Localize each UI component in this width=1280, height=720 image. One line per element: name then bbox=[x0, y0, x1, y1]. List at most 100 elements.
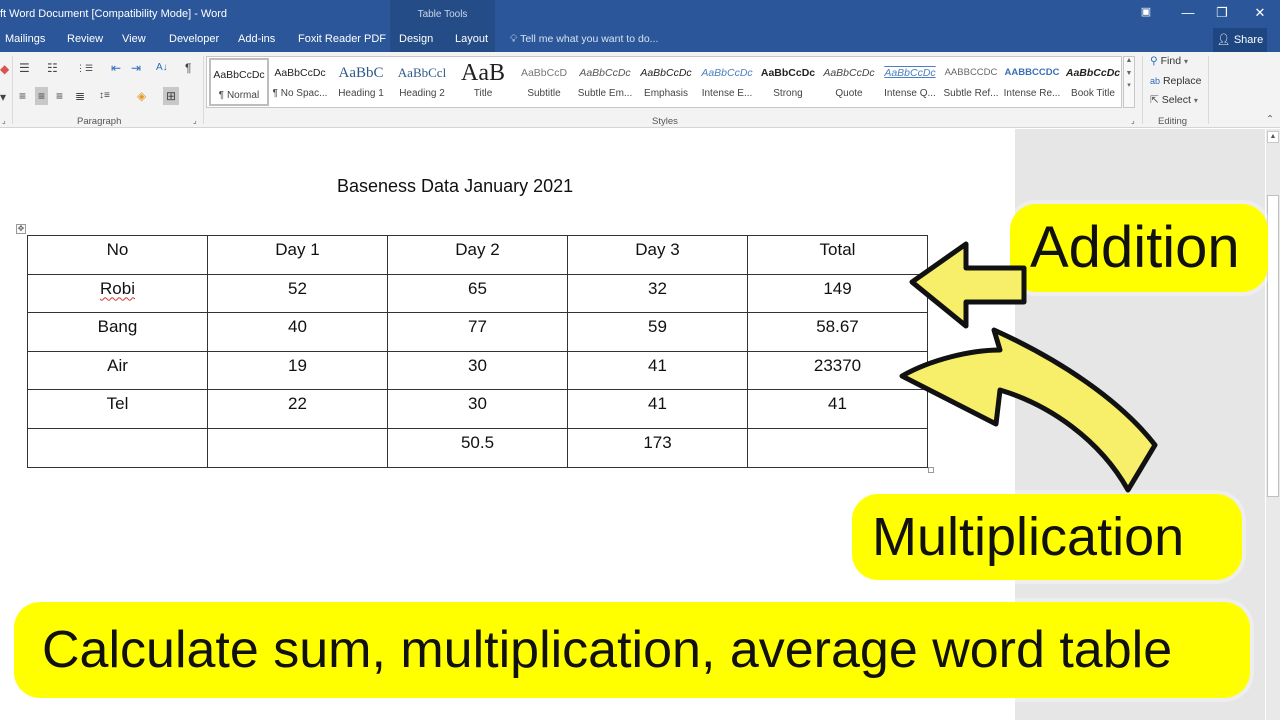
header-cell[interactable]: Total bbox=[747, 235, 928, 275]
tab-add-ins[interactable]: Add-ins bbox=[238, 33, 275, 45]
replace-button[interactable]: ab Replace bbox=[1150, 75, 1201, 87]
style-intense-quote[interactable]: AaBbCcDc Intense Q... bbox=[880, 58, 940, 106]
select-button[interactable]: ⇱ Select ▾ bbox=[1150, 94, 1198, 106]
scroll-up-arrow-icon[interactable]: ▲ bbox=[1267, 131, 1279, 143]
tab-mailings[interactable]: Mailings bbox=[5, 33, 45, 45]
tab-view[interactable]: View bbox=[122, 33, 146, 45]
multilevel-list-icon[interactable]: ⋮☰ bbox=[76, 61, 93, 75]
tell-me-search[interactable]: 💡︎ Tell me what you want to do... bbox=[510, 33, 658, 46]
table-move-handle-icon[interactable]: ✥ bbox=[16, 224, 26, 234]
table-cell[interactable]: 30 bbox=[387, 350, 568, 391]
group-separator bbox=[203, 56, 204, 124]
increase-indent-icon[interactable]: ⇥ bbox=[131, 61, 141, 75]
share-button[interactable]: 👤︎ Share bbox=[1213, 28, 1267, 52]
dialog-launcher-icon[interactable]: ⌟ bbox=[2, 116, 6, 125]
tab-layout[interactable]: Layout bbox=[455, 33, 488, 45]
header-cell[interactable]: Day 3 bbox=[567, 235, 748, 275]
table-cell[interactable]: 30 bbox=[387, 389, 568, 429]
paragraph-group-label: Paragraph bbox=[77, 116, 122, 127]
minimize-button[interactable]: — bbox=[1178, 5, 1198, 20]
table-cell[interactable]: 65 bbox=[387, 273, 568, 314]
multiplication-callout: Multiplication bbox=[852, 494, 1242, 580]
style-strong[interactable]: AaBbCcDc Strong bbox=[758, 58, 818, 106]
center-icon[interactable]: ≡ bbox=[35, 87, 49, 105]
sort-icon[interactable]: A↓ bbox=[156, 61, 168, 75]
style-normal[interactable]: AaBbCcDc ¶ Normal bbox=[209, 58, 269, 106]
tab-design[interactable]: Design bbox=[399, 33, 433, 45]
table-cell[interactable]: 59 bbox=[567, 312, 748, 352]
window-title: ft Word Document [Compatibility Mode] - … bbox=[0, 8, 228, 20]
table-cell[interactable]: 22 bbox=[207, 389, 388, 429]
table-resize-handle[interactable] bbox=[928, 467, 934, 473]
numbering-icon[interactable]: ☷ bbox=[47, 61, 58, 75]
align-left-icon[interactable]: ≡ bbox=[19, 89, 26, 103]
style-subtle-reference[interactable]: AABBCCDC Subtle Ref... bbox=[941, 58, 1001, 106]
header-cell[interactable]: Day 2 bbox=[387, 235, 568, 275]
tab-review[interactable]: Review bbox=[67, 33, 103, 45]
find-button[interactable]: ⚲ Find ▾ bbox=[1150, 55, 1188, 67]
more-styles-icon[interactable]: ▾ bbox=[1124, 81, 1134, 89]
vertical-scrollbar[interactable]: ▲ bbox=[1266, 129, 1280, 720]
bullets-icon[interactable]: ☰ bbox=[19, 61, 30, 75]
table-cell[interactable]: 50.5 bbox=[387, 427, 568, 468]
style-heading-2[interactable]: AaBbCcl Heading 2 bbox=[392, 58, 452, 106]
restore-button[interactable]: ❐ bbox=[1212, 5, 1232, 21]
table-cell[interactable]: 32 bbox=[567, 273, 748, 314]
collapse-ribbon-icon[interactable]: ⌃ bbox=[1266, 114, 1274, 125]
format-painter-icon[interactable]: ◆ bbox=[0, 62, 9, 76]
shading-icon[interactable]: ◈ bbox=[137, 89, 146, 103]
styles-gallery-scroll[interactable]: ▲ ▼ ▾ bbox=[1123, 56, 1135, 108]
decrease-indent-icon[interactable]: ⇤ bbox=[111, 61, 121, 75]
style-intense-emphasis[interactable]: AaBbCcDc Intense E... bbox=[697, 58, 757, 106]
table-cell[interactable]: 77 bbox=[387, 312, 568, 352]
tab-developer[interactable]: Developer bbox=[169, 33, 219, 45]
table-cell[interactable]: 23370 bbox=[747, 350, 928, 391]
table-row: Robi 52 65 32 149 bbox=[27, 273, 928, 314]
table-cell[interactable]: Air bbox=[27, 350, 208, 391]
table-cell[interactable]: Tel bbox=[27, 389, 208, 429]
line-spacing-icon[interactable]: ↕≡ bbox=[99, 89, 110, 103]
header-cell[interactable]: No bbox=[27, 235, 208, 275]
table-cell[interactable]: 19 bbox=[207, 350, 388, 391]
table-cell[interactable]: 173 bbox=[567, 427, 748, 468]
style-title[interactable]: AaB Title bbox=[453, 58, 513, 106]
borders-icon[interactable]: ⊞ bbox=[163, 87, 180, 105]
table-row: 50.5 173 bbox=[27, 427, 928, 468]
table-cell[interactable]: 149 bbox=[747, 273, 928, 314]
table-cell[interactable] bbox=[207, 427, 388, 468]
header-cell[interactable]: Day 1 bbox=[207, 235, 388, 275]
show-formatting-marks-icon[interactable]: ¶ bbox=[185, 61, 191, 75]
table-cell[interactable] bbox=[747, 427, 928, 468]
table-cell[interactable] bbox=[27, 427, 208, 468]
table-cell[interactable]: 41 bbox=[747, 389, 928, 429]
table-cell[interactable]: 58.67 bbox=[747, 312, 928, 352]
table-cell[interactable]: Bang bbox=[27, 312, 208, 352]
style-book-title[interactable]: AaBbCcDc Book Title bbox=[1063, 58, 1123, 106]
table-cell[interactable]: 52 bbox=[207, 273, 388, 314]
justify-icon[interactable]: ≣ bbox=[75, 89, 85, 103]
table-cell[interactable]: 41 bbox=[567, 350, 748, 391]
align-right-icon[interactable]: ≡ bbox=[56, 89, 63, 103]
styles-dialog-launcher-icon[interactable]: ⌟ bbox=[1131, 116, 1135, 125]
style-quote[interactable]: AaBbCcDc Quote bbox=[819, 58, 879, 106]
scrollbar-thumb[interactable] bbox=[1267, 195, 1279, 497]
editing-group-label: Editing bbox=[1158, 116, 1188, 127]
ribbon-display-options-icon[interactable]: ▣ bbox=[1136, 5, 1156, 18]
style-emphasis[interactable]: AaBbCcDc Emphasis bbox=[636, 58, 696, 106]
scroll-up-icon[interactable]: ▲ bbox=[1124, 57, 1134, 64]
tab-foxit-reader-pdf[interactable]: Foxit Reader PDF bbox=[298, 33, 386, 45]
style-subtitle[interactable]: AaBbCcD Subtitle bbox=[514, 58, 574, 106]
close-button[interactable]: ✕ bbox=[1250, 5, 1270, 21]
caption-banner: Calculate sum, multiplication, average w… bbox=[14, 602, 1250, 698]
style-subtle-emphasis[interactable]: AaBbCcDc Subtle Em... bbox=[575, 58, 635, 106]
table-row: Tel 22 30 41 41 bbox=[27, 389, 928, 429]
table-cell[interactable]: Robi bbox=[27, 273, 208, 314]
scroll-down-icon[interactable]: ▼ bbox=[1124, 70, 1134, 77]
style-no-spacing[interactable]: AaBbCcDc ¶ No Spac... bbox=[270, 58, 330, 106]
table-cell[interactable]: 41 bbox=[567, 389, 748, 429]
paragraph-dialog-launcher-icon[interactable]: ⌟ bbox=[193, 116, 197, 125]
style-intense-reference[interactable]: AABBCCDC Intense Re... bbox=[1002, 58, 1062, 106]
dropdown-icon[interactable]: ▾ bbox=[0, 90, 6, 104]
table-cell[interactable]: 40 bbox=[207, 312, 388, 352]
style-heading-1[interactable]: AaBbC Heading 1 bbox=[331, 58, 391, 106]
